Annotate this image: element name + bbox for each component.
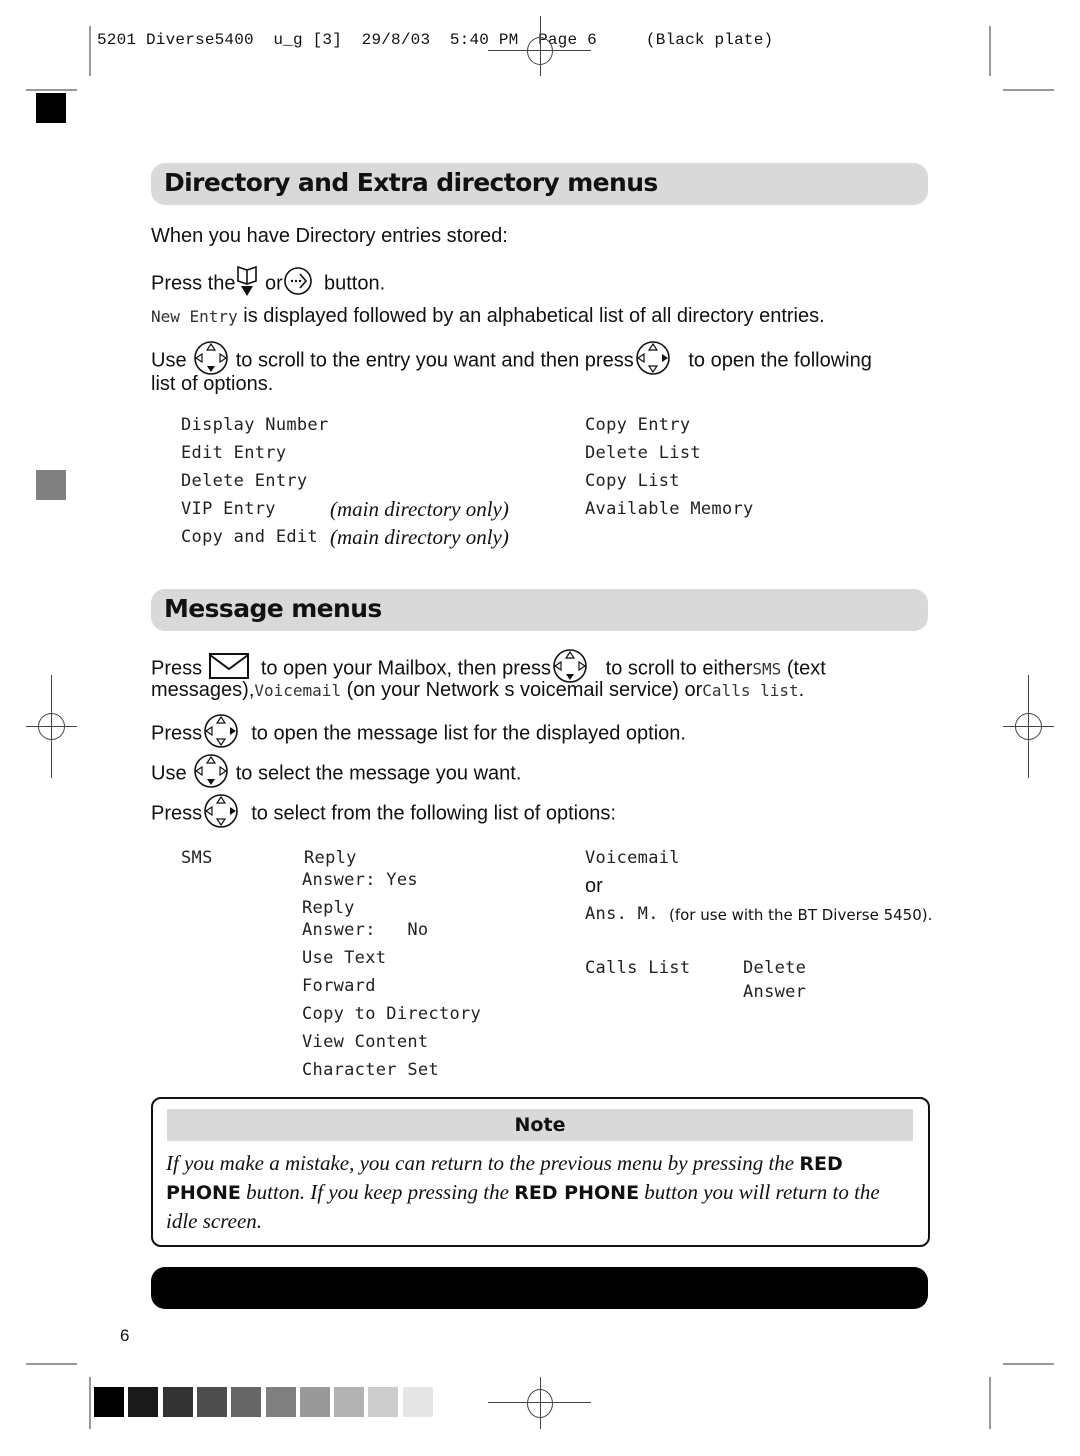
section-title: Message menus xyxy=(164,594,382,623)
gray-swatch xyxy=(368,1387,399,1417)
text: Press xyxy=(151,722,203,745)
sms-option: Use Text xyxy=(302,948,387,968)
crop-mark-top-left-h xyxy=(26,89,77,91)
sms-option: Copy to Directory xyxy=(302,1004,482,1024)
note-heading: Note xyxy=(167,1109,913,1141)
option-delete-entry: Delete Entry xyxy=(181,471,308,491)
section-title: Directory and Extra directory menus xyxy=(164,168,658,197)
text: Press xyxy=(151,657,203,680)
text: If you make a mistake, you can return to… xyxy=(166,1151,795,1175)
ans-m-label: Ans. M. xyxy=(585,904,659,924)
text: Press the xyxy=(151,272,236,295)
gray-swatch xyxy=(162,1387,193,1417)
option-note: (main directory only) xyxy=(330,497,509,521)
lcd-new-entry: New Entry xyxy=(151,307,238,326)
text: Press xyxy=(151,802,203,825)
or-text: or xyxy=(585,875,603,897)
section-header-messages: Message menus xyxy=(151,589,928,631)
mailbox-line-continuation: messages),Voicemail (on your Network s v… xyxy=(151,679,804,702)
lcd-calls-list: Calls list xyxy=(702,681,799,700)
black-footer-bar xyxy=(151,1267,928,1309)
text: Use xyxy=(151,762,187,785)
crop-mark-bottom-right-v xyxy=(989,1377,991,1429)
menu-nav-icon xyxy=(283,266,313,302)
press-directory-line: Press the or button. xyxy=(151,265,385,303)
nav-pad-right-icon xyxy=(202,793,240,835)
gray-swatch xyxy=(402,1387,433,1417)
crop-mark-top-right-v xyxy=(989,26,991,76)
voicemail-label: Voicemail xyxy=(585,848,680,868)
text: Use xyxy=(151,349,187,372)
sms-option: Reply xyxy=(304,848,357,868)
text: to scroll to either xyxy=(605,657,753,680)
calls-list-label: Calls List xyxy=(585,958,691,978)
text: messages), xyxy=(151,679,255,701)
gray-swatch xyxy=(128,1387,159,1417)
crop-mark-bottom-right-h xyxy=(1003,1363,1054,1365)
calls-list-option: Delete xyxy=(743,958,807,978)
gray-swatch xyxy=(334,1387,365,1417)
text: to select from the following list of opt… xyxy=(251,802,616,825)
crop-mark-bottom-left-h xyxy=(26,1363,77,1365)
option-copy-list: Copy List xyxy=(585,471,680,491)
select-options-line: Press to select from the following list … xyxy=(151,793,616,835)
sms-option: View Content xyxy=(302,1032,429,1052)
nav-pad-right-icon xyxy=(202,713,240,755)
option-edit-entry: Edit Entry xyxy=(181,443,287,463)
directory-book-icon xyxy=(235,265,259,303)
lcd-voicemail: Voicemail xyxy=(254,681,342,700)
text: to open the following xyxy=(688,349,872,372)
text: to select the message you want. xyxy=(235,762,522,785)
crop-mark-top-left-v xyxy=(89,26,91,76)
red-phone-label: RED PHONE xyxy=(514,1182,640,1204)
note-text: If you make a mistake, you can return to… xyxy=(166,1149,916,1235)
text: or xyxy=(265,272,283,295)
lcd-sms: SMS xyxy=(752,659,782,679)
text: button. xyxy=(323,272,386,295)
sms-option: Reply xyxy=(302,898,355,918)
ans-m-note: (for use with the BT Diverse 5450). xyxy=(669,906,933,924)
option-copy-and-edit: Copy and Edit xyxy=(181,527,318,547)
text: button. If you keep pressing the xyxy=(246,1180,509,1204)
black-marker-square xyxy=(36,93,66,123)
option-copy-entry: Copy Entry xyxy=(585,415,691,435)
text: (text xyxy=(786,657,826,680)
crop-mark-top-right-h xyxy=(1003,89,1054,91)
sms-option: Answer: No xyxy=(302,920,429,940)
text: to open the message list for the display… xyxy=(251,722,686,745)
option-vip-entry: VIP Entry xyxy=(181,499,276,519)
calls-list-option: Answer xyxy=(743,982,807,1002)
text: to open your Mailbox, then press xyxy=(260,657,551,680)
gray-swatch xyxy=(265,1387,296,1417)
sms-option: Forward xyxy=(302,976,376,996)
gray-swatch xyxy=(299,1387,330,1417)
nav-pad-down-icon xyxy=(192,753,230,795)
print-slug: 5201 Diverse5400 u_g [3] 29/8/03 5:40 PM… xyxy=(97,31,774,49)
use-scroll-continuation: list of options. xyxy=(151,373,274,395)
option-available-memory: Available Memory xyxy=(585,499,754,519)
nav-pad-right-icon xyxy=(634,340,672,382)
sms-label: SMS xyxy=(181,848,213,868)
select-message-line: Use to select the message you want. xyxy=(151,753,521,795)
gray-swatch xyxy=(231,1387,262,1417)
text: is displayed followed by an alphabetical… xyxy=(243,305,825,327)
option-note: (main directory only) xyxy=(330,525,509,549)
page-number: 6 xyxy=(120,1326,130,1345)
section-header-directory: Directory and Extra directory menus xyxy=(151,163,928,205)
option-delete-list: Delete List xyxy=(585,443,701,463)
crop-mark-bottom-left-v xyxy=(89,1377,91,1429)
note-box: Note If you make a mistake, you can retu… xyxy=(151,1097,930,1247)
text: to scroll to the entry you want and then… xyxy=(235,349,634,372)
sms-option: Character Set xyxy=(302,1060,439,1080)
open-message-list-line: Press to open the message list for the d… xyxy=(151,713,686,755)
sms-option: Answer: Yes xyxy=(302,870,418,890)
text: (on your Network s voicemail service) or xyxy=(346,679,703,701)
text: . xyxy=(798,679,805,701)
option-display-number: Display Number xyxy=(181,415,329,435)
new-entry-line: New Entry is displayed followed by an al… xyxy=(151,305,825,328)
gray-swatch xyxy=(196,1387,227,1417)
directory-intro: When you have Directory entries stored: xyxy=(151,225,508,247)
gray-marker-square xyxy=(36,470,66,500)
gray-swatch xyxy=(94,1387,124,1417)
